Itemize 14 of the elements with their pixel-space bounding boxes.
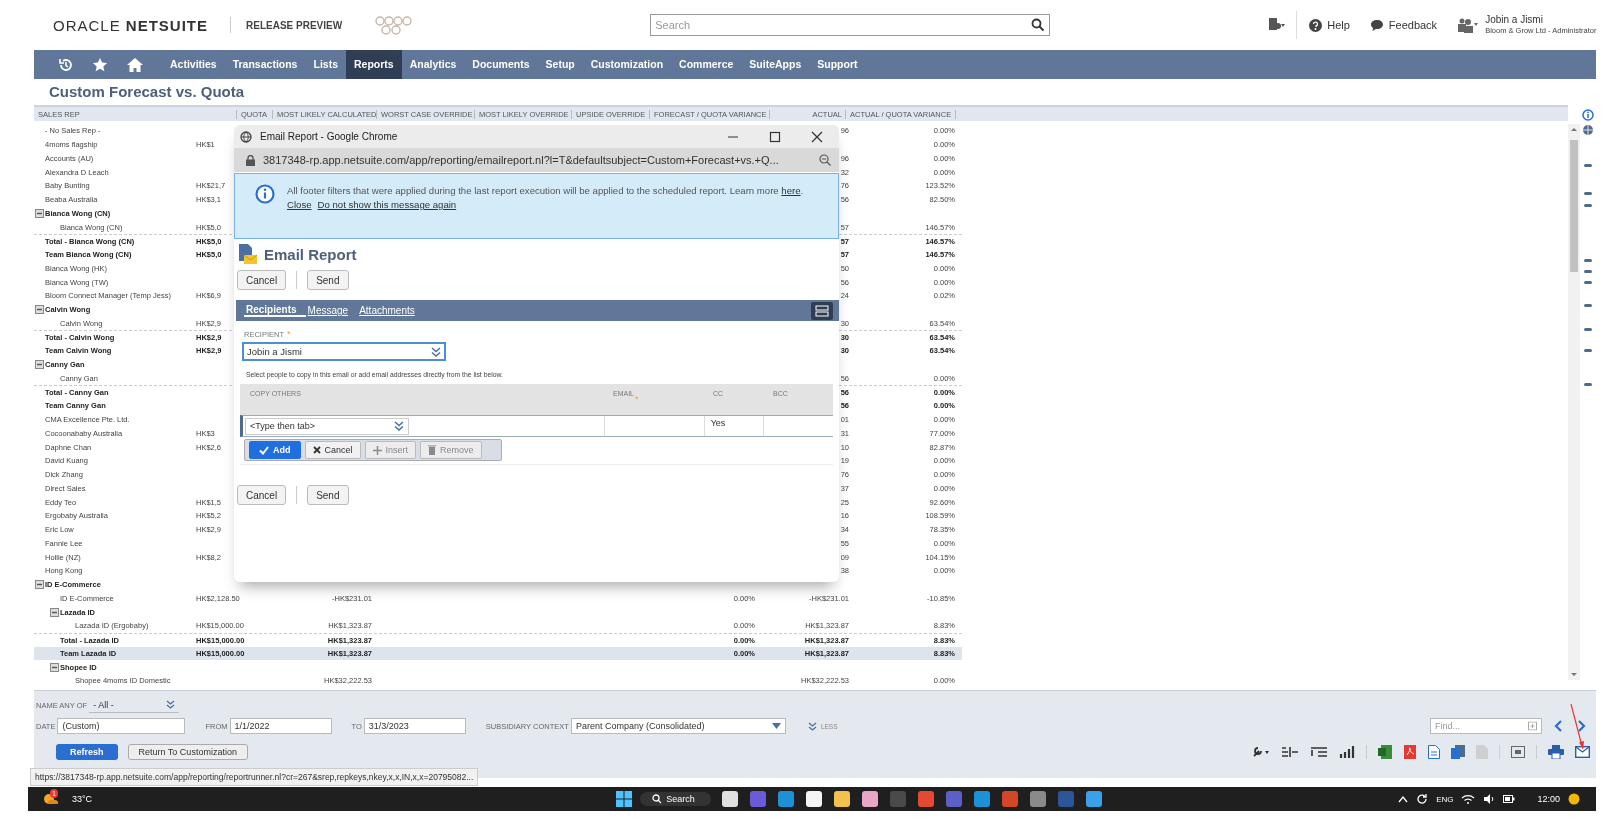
- table-cell: Yes: [710, 418, 726, 428]
- user-name: Jobin a Jismi: [1485, 14, 1544, 25]
- page-url: 3817348-rp.app.netsuite.com/app/reporting/emailreport.nl?l=T&defaultsubject=Custom+Forecast+vs.+Q...: [263, 154, 779, 166]
- temperature: 33°C: [72, 794, 93, 804]
- required-mark: *: [287, 330, 291, 339]
- required-mark: *: [635, 395, 639, 406]
- release-label: RELEASE PREVIEW: [246, 19, 343, 31]
- dialog-title: Email Report: [264, 245, 357, 263]
- window-title: Email Report - Google Chrome: [260, 131, 398, 142]
- info-message: All footer filters that were applied during the last report execution will be applied to the scheduled report. Learn more here.: [287, 184, 805, 198]
- status-url: https://3817348-rp.app.netsuite.com/app/reporting/reportrunner.nl?cr=267&srep,repkeys,nkey,x,x,IN,x,x=20795082...: [30, 768, 479, 786]
- page-title: Custom Forecast vs. Quota: [49, 82, 246, 102]
- clock: 12:00: [1537, 794, 1560, 804]
- netsuite-logo: ORACLE NETSUITE: [53, 16, 209, 34]
